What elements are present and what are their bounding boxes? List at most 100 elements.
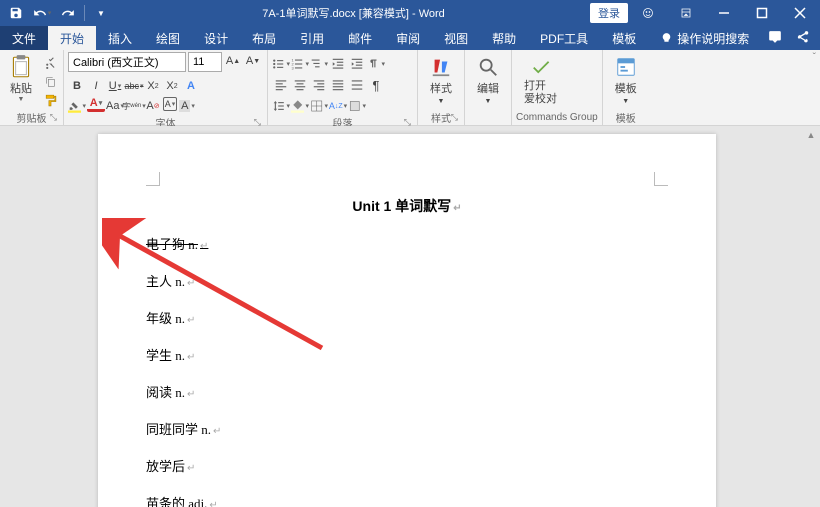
document-line: 电子狗 n.↵ bbox=[146, 234, 668, 253]
ribbon-options-button[interactable] bbox=[668, 0, 704, 26]
group-font: A▲ A▼ B I U abc X2 X2 A A Aa 字wén A⊘ A A bbox=[64, 50, 268, 125]
subscript-button[interactable]: X2 bbox=[144, 77, 162, 95]
clipboard-launcher[interactable]: ⤡ bbox=[50, 112, 57, 123]
maximize-button[interactable] bbox=[744, 0, 780, 26]
shading-button[interactable] bbox=[291, 97, 309, 115]
tab-mailings[interactable]: 邮件 bbox=[336, 26, 384, 50]
login-button[interactable]: 登录 bbox=[590, 3, 628, 23]
collapse-ribbon-button[interactable]: ˇ bbox=[813, 52, 816, 63]
document-line: 年级 n.↵ bbox=[146, 308, 668, 327]
group-commands: 打开 爱校对 Commands Group bbox=[512, 50, 603, 125]
phonetic-guide-button[interactable]: 字wén bbox=[125, 97, 143, 115]
font-size-select[interactable] bbox=[188, 52, 222, 72]
character-border-button[interactable]: A bbox=[163, 97, 177, 111]
open-aixiaodui-button[interactable]: 打开 爱校对 bbox=[516, 52, 565, 106]
ribbon: 粘贴 ▼ 剪贴板⤡ A▲ A▼ B I U abc bbox=[0, 50, 820, 126]
character-shading-button[interactable]: A bbox=[178, 97, 196, 115]
margin-corner-tr bbox=[654, 172, 668, 186]
paste-button[interactable]: 粘贴 ▼ bbox=[4, 52, 38, 105]
redo-button[interactable] bbox=[56, 2, 80, 24]
tab-insert[interactable]: 插入 bbox=[96, 26, 144, 50]
text-effects-button[interactable]: A bbox=[182, 77, 200, 95]
show-paragraph-button[interactable]: ¶ bbox=[367, 76, 385, 94]
tab-layout[interactable]: 布局 bbox=[240, 26, 288, 50]
styles-launcher[interactable]: ⤡ bbox=[451, 112, 458, 123]
title-bar: ▼ 7A-1单词默写.docx [兼容模式] - Word 登录 bbox=[0, 0, 820, 26]
comments-icon[interactable] bbox=[768, 30, 782, 47]
sort-button[interactable]: A↓Z bbox=[329, 97, 347, 115]
document-line: 放学后↵ bbox=[146, 456, 668, 475]
share-button[interactable] bbox=[796, 30, 810, 47]
multilevel-button[interactable] bbox=[310, 55, 328, 73]
svg-text:3: 3 bbox=[292, 66, 295, 71]
highlight-button[interactable] bbox=[68, 97, 86, 115]
superscript-button[interactable]: X2 bbox=[163, 77, 181, 95]
templates-button[interactable]: 模板▼ bbox=[607, 52, 645, 105]
tab-pdf[interactable]: PDF工具 bbox=[528, 26, 600, 50]
strikethrough-button[interactable]: abc bbox=[125, 77, 143, 95]
quick-access-toolbar: ▼ bbox=[0, 2, 117, 24]
align-distribute-button[interactable] bbox=[348, 76, 366, 94]
margin-corner-tl bbox=[146, 172, 160, 186]
qat-customize-dropdown[interactable]: ▼ bbox=[89, 2, 113, 24]
group-templates: 模板▼ 模板 bbox=[603, 50, 649, 125]
bold-button[interactable]: B bbox=[68, 77, 86, 95]
tell-me-search[interactable]: 操作说明搜索 bbox=[648, 26, 761, 50]
clear-format-button[interactable]: A⊘ bbox=[144, 97, 162, 115]
fill-button[interactable] bbox=[348, 97, 366, 115]
numbering-button[interactable]: 123 bbox=[291, 55, 309, 73]
document-line: 阅读 n.↵ bbox=[146, 382, 668, 401]
tab-file[interactable]: 文件 bbox=[0, 26, 48, 50]
save-button[interactable] bbox=[4, 2, 28, 24]
group-styles-label: 样式 bbox=[431, 110, 451, 125]
document-line: 同班同学 n.↵ bbox=[146, 419, 668, 438]
window-title: 7A-1单词默写.docx [兼容模式] - Word bbox=[117, 5, 590, 21]
increase-indent-button[interactable] bbox=[348, 55, 366, 73]
copy-button[interactable] bbox=[41, 73, 59, 89]
face-icon[interactable] bbox=[630, 0, 666, 26]
tab-references[interactable]: 引用 bbox=[288, 26, 336, 50]
tab-draw[interactable]: 绘图 bbox=[144, 26, 192, 50]
document-page[interactable]: Unit 1 单词默写↵ 电子狗 n.↵主人 n.↵年级 n.↵学生 n.↵阅读… bbox=[98, 134, 716, 507]
borders-button[interactable] bbox=[310, 97, 328, 115]
text-direction-button[interactable] bbox=[367, 55, 385, 73]
group-commands-label: Commands Group bbox=[516, 112, 598, 123]
group-templates-label: 模板 bbox=[616, 110, 636, 125]
document-line: 主人 n.↵ bbox=[146, 271, 668, 290]
close-button[interactable] bbox=[782, 0, 818, 26]
align-left-button[interactable] bbox=[272, 76, 290, 94]
undo-button[interactable] bbox=[30, 2, 54, 24]
italic-button[interactable]: I bbox=[87, 77, 105, 95]
tab-review[interactable]: 审阅 bbox=[384, 26, 432, 50]
decrease-indent-button[interactable] bbox=[329, 55, 347, 73]
format-painter-button[interactable] bbox=[41, 92, 59, 108]
font-name-select[interactable] bbox=[68, 52, 186, 72]
group-paragraph: 123 ¶ A↓Z 段落⤡ bbox=[268, 50, 418, 125]
scroll-up-button[interactable]: ▲ bbox=[804, 128, 818, 142]
tab-design[interactable]: 设计 bbox=[192, 26, 240, 50]
group-clipboard-label: 剪贴板 bbox=[17, 110, 47, 125]
styles-button[interactable]: 样式▼ bbox=[422, 52, 460, 105]
align-justify-button[interactable] bbox=[329, 76, 347, 94]
editing-button[interactable]: 编辑▼ bbox=[469, 52, 507, 105]
minimize-button[interactable] bbox=[706, 0, 742, 26]
underline-button[interactable]: U bbox=[106, 77, 124, 95]
cut-button[interactable] bbox=[41, 54, 59, 70]
increase-font-button[interactable]: A▲ bbox=[224, 52, 242, 70]
group-editing: 编辑▼ bbox=[465, 50, 512, 125]
document-line: 苗条的 adj.↵ bbox=[146, 493, 668, 507]
line-spacing-button[interactable] bbox=[272, 97, 290, 115]
tab-template[interactable]: 模板 bbox=[600, 26, 648, 50]
align-right-button[interactable] bbox=[310, 76, 328, 94]
group-styles: 样式▼ 样式⤡ bbox=[418, 50, 465, 125]
tab-home[interactable]: 开始 bbox=[48, 26, 96, 50]
document-area: ▲ Unit 1 单词默写↵ 电子狗 n.↵主人 n.↵年级 n.↵学生 n.↵… bbox=[0, 126, 820, 507]
ribbon-tabs: 文件 开始 插入 绘图 设计 布局 引用 邮件 审阅 视图 帮助 PDF工具 模… bbox=[0, 26, 820, 50]
align-center-button[interactable] bbox=[291, 76, 309, 94]
tab-help[interactable]: 帮助 bbox=[480, 26, 528, 50]
font-color-button[interactable]: A bbox=[87, 97, 105, 112]
decrease-font-button[interactable]: A▼ bbox=[244, 52, 262, 70]
tab-view[interactable]: 视图 bbox=[432, 26, 480, 50]
document-line: 学生 n.↵ bbox=[146, 345, 668, 364]
bullets-button[interactable] bbox=[272, 55, 290, 73]
